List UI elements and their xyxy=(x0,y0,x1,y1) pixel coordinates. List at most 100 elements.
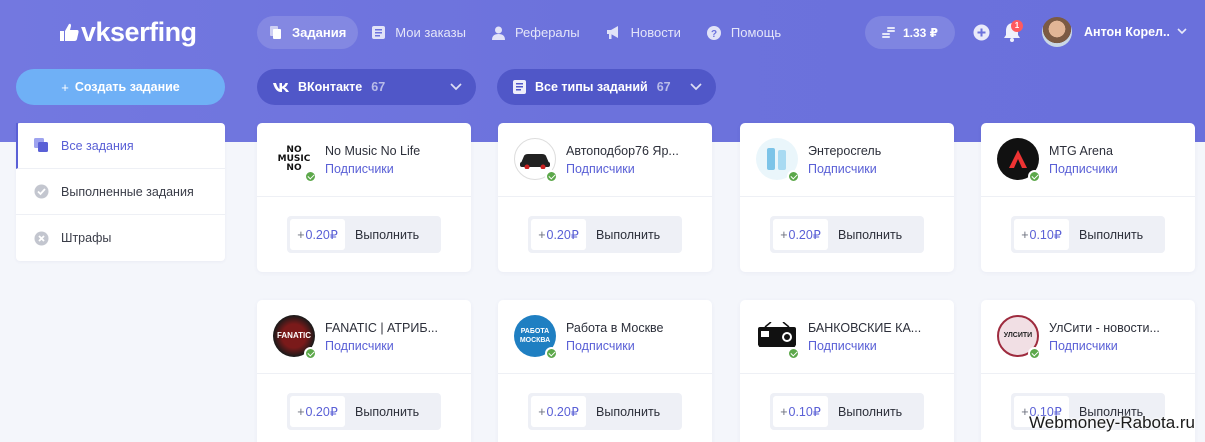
task-card-header: БАНКОВСКИЕ КА... Подписчики xyxy=(740,300,954,374)
reward-badge: +0.10₽ xyxy=(1014,219,1069,250)
task-type-filter-count: 67 xyxy=(656,80,671,94)
sidebar-item-label: Штрафы xyxy=(61,231,112,245)
nav-referrals-label: Рефералы xyxy=(514,25,580,40)
x-circle-icon xyxy=(34,231,49,245)
task-card: РАБОТА МОСКВА Работа в Москве Подписчики… xyxy=(498,300,712,442)
reward-badge: +0.20₽ xyxy=(531,396,586,427)
execute-task-button[interactable]: +0.20₽ Выполнить xyxy=(528,216,682,253)
execute-task-button[interactable]: +0.20₽ Выполнить xyxy=(287,393,441,430)
task-title[interactable]: Работа в Москве xyxy=(566,321,702,335)
create-task-label: Создать задание xyxy=(74,80,180,94)
execute-task-button[interactable]: +0.20₽ Выполнить xyxy=(770,216,924,253)
task-title[interactable]: БАНКОВСКИЕ КА... xyxy=(808,321,944,335)
execute-task-button[interactable]: +0.20₽ Выполнить xyxy=(287,216,441,253)
task-card: FANATIC FANATIC | АТРИБ... Подписчики +0… xyxy=(257,300,471,442)
task-type: Подписчики xyxy=(325,162,394,176)
copy-icon xyxy=(34,138,48,152)
reward-badge: +0.10₽ xyxy=(773,396,828,427)
nav-help[interactable]: ? Помощь xyxy=(695,16,793,49)
notifications-badge: 1 xyxy=(1011,20,1023,32)
task-card-header: Энтеросгель Подписчики xyxy=(740,123,954,197)
task-type: Подписчики xyxy=(566,162,635,176)
balance-button[interactable]: 1.33 ₽ xyxy=(865,16,955,49)
user-name[interactable]: Антон Корел... xyxy=(1084,25,1169,39)
task-title[interactable]: Энтеросгель xyxy=(808,144,944,158)
avatar[interactable] xyxy=(1042,17,1072,47)
nav-tasks-label: Задания xyxy=(292,25,347,40)
add-funds-icon[interactable] xyxy=(973,24,990,41)
nav-orders[interactable]: Мои заказы xyxy=(360,16,478,49)
verified-check-icon xyxy=(545,347,558,360)
mtg-logo-icon xyxy=(1009,150,1027,168)
chevron-down-icon xyxy=(690,83,702,91)
task-type: Подписчики xyxy=(808,162,877,176)
task-type: Подписчики xyxy=(1049,339,1118,353)
tasks-icon xyxy=(270,26,281,39)
task-type: Подписчики xyxy=(566,339,635,353)
reward-badge: +0.20₽ xyxy=(773,219,828,250)
create-task-button[interactable]: + Создать задание xyxy=(16,69,225,105)
task-title[interactable]: No Music No Life xyxy=(325,144,461,158)
sidebar: Все задания Выполненные задания Штрафы xyxy=(16,123,225,261)
task-card-header: РАБОТА МОСКВА Работа в Москве Подписчики xyxy=(498,300,712,374)
check-circle-icon xyxy=(34,184,49,199)
main-nav: Задания Мои заказы Рефералы Новости ? По… xyxy=(257,16,795,49)
help-icon: ? xyxy=(706,25,721,40)
document-icon xyxy=(513,80,526,94)
task-type-filter-label: Все типы заданий xyxy=(535,80,648,94)
reward-value: 0.20₽ xyxy=(546,405,579,419)
network-filter-select[interactable]: ВКонтакте 67 xyxy=(257,69,476,105)
nav-tasks[interactable]: Задания xyxy=(257,16,359,49)
execute-label: Выполнить xyxy=(838,227,903,242)
task-title[interactable]: MTG Arena xyxy=(1049,144,1185,158)
verified-check-icon xyxy=(545,170,558,183)
svg-text:?: ? xyxy=(711,29,717,40)
reward-value: 0.10₽ xyxy=(1029,228,1062,242)
reward-value: 0.20₽ xyxy=(788,228,821,242)
chevron-down-icon[interactable] xyxy=(1177,28,1187,35)
balance-value: 1.33 ₽ xyxy=(902,25,939,40)
sidebar-item-penalties[interactable]: Штрафы xyxy=(16,215,225,261)
task-type-filter-select[interactable]: Все типы заданий 67 xyxy=(497,69,716,105)
task-card-header: Автоподбор76 Яр... Подписчики xyxy=(498,123,712,197)
megaphone-icon xyxy=(606,26,618,39)
task-type: Подписчики xyxy=(1049,162,1118,176)
task-card-header: FANATIC FANATIC | АТРИБ... Подписчики xyxy=(257,300,471,374)
reward-value: 0.10₽ xyxy=(788,405,821,419)
execute-label: Выполнить xyxy=(1079,227,1144,242)
task-card-header: NO MUSIC NO No Music No Life Подписчики xyxy=(257,123,471,197)
execute-label: Выполнить xyxy=(838,404,903,419)
network-filter-count: 67 xyxy=(371,80,386,94)
nav-help-label: Помощь xyxy=(730,25,782,40)
task-type: Подписчики xyxy=(808,339,877,353)
bank-card-icon xyxy=(758,322,796,347)
sidebar-item-label: Выполненные задания xyxy=(61,184,194,199)
task-card: MTG Arena Подписчики +0.10₽ Выполнить xyxy=(981,123,1195,272)
reward-badge: +0.20₽ xyxy=(290,219,345,250)
plus-icon: + xyxy=(61,79,69,95)
watermark: Webmoney-Rabota.ru xyxy=(1029,413,1195,432)
sidebar-item-all-tasks[interactable]: Все задания xyxy=(16,123,225,169)
reward-value: 0.20₽ xyxy=(305,228,338,242)
product-icon xyxy=(767,148,786,170)
orders-icon xyxy=(372,26,386,39)
vkserfing-logo[interactable]: vkserfing xyxy=(58,17,197,47)
chevron-down-icon xyxy=(450,83,462,91)
task-type: Подписчики xyxy=(325,339,394,353)
verified-check-icon xyxy=(304,170,317,183)
task-title[interactable]: FANATIC | АТРИБ... xyxy=(325,321,461,335)
nav-news[interactable]: Новости xyxy=(594,16,693,49)
verified-check-icon xyxy=(1028,170,1041,183)
execute-task-button[interactable]: +0.10₽ Выполнить xyxy=(770,393,924,430)
execute-task-button[interactable]: +0.10₽ Выполнить xyxy=(1011,216,1165,253)
verified-check-icon xyxy=(787,170,800,183)
task-title[interactable]: Автоподбор76 Яр... xyxy=(566,144,702,158)
vk-icon xyxy=(273,83,289,92)
coins-icon xyxy=(881,27,895,38)
sidebar-item-completed[interactable]: Выполненные задания xyxy=(16,169,225,215)
reward-badge: +0.20₽ xyxy=(290,396,345,427)
nav-referrals[interactable]: Рефералы xyxy=(480,16,592,49)
task-card: Автоподбор76 Яр... Подписчики +0.20₽ Вып… xyxy=(498,123,712,272)
task-title[interactable]: УлСити - новости... xyxy=(1049,321,1185,335)
execute-task-button[interactable]: +0.20₽ Выполнить xyxy=(528,393,682,430)
